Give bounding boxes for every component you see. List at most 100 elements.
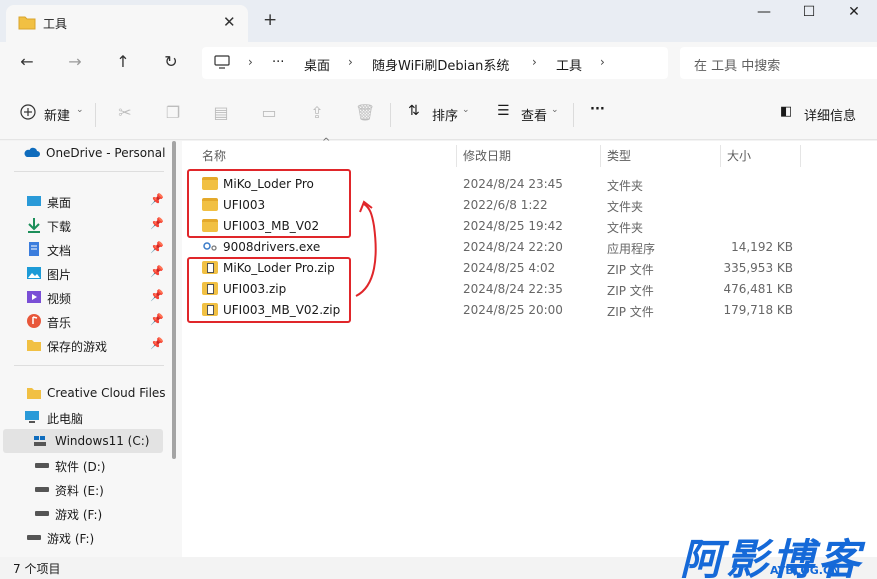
- red-arrow-annotation: [355, 200, 377, 297]
- sidebar-item-saved-games[interactable]: 保存的游戏 📌: [0, 333, 170, 357]
- chevron-right-icon: ›: [600, 55, 605, 69]
- folder-icon: [27, 388, 41, 399]
- highlight-box-folders: [187, 169, 351, 238]
- column-divider[interactable]: [456, 145, 457, 167]
- cut-icon[interactable]: ✂: [115, 103, 135, 123]
- back-button[interactable]: ←: [15, 52, 39, 72]
- delete-icon[interactable]: 🗑: [355, 103, 375, 123]
- file-size: 14,192 KB: [731, 240, 793, 254]
- sidebar-item-label: OneDrive - Personal: [46, 146, 166, 160]
- download-icon: [28, 218, 40, 233]
- file-type: 文件夹: [607, 179, 644, 193]
- column-divider[interactable]: [800, 145, 801, 167]
- computer-icon: [214, 55, 230, 69]
- new-tab-button[interactable]: +: [263, 10, 277, 30]
- column-header-modified[interactable]: 修改日期: [463, 147, 511, 164]
- tab-tools[interactable]: 工具 ✕: [6, 5, 248, 42]
- file-size: 476,481 KB: [723, 282, 793, 296]
- sort-ascending-icon: ^: [322, 137, 331, 148]
- sidebar-item-drive-e[interactable]: 资料 (E:): [0, 477, 170, 501]
- up-button[interactable]: ↑: [111, 52, 135, 72]
- column-header-type[interactable]: 类型: [607, 147, 631, 164]
- sidebar-item-label: 此电脑: [47, 412, 84, 426]
- sidebar-item-label: Windows11 (C:): [55, 434, 150, 448]
- sidebar-item-music[interactable]: 音乐 📌: [0, 309, 170, 333]
- file-type: 文件夹: [607, 221, 644, 235]
- column-divider[interactable]: [720, 145, 721, 167]
- sidebar-item-label: Creative Cloud Files: [47, 386, 166, 400]
- close-tab-button[interactable]: ✕: [223, 13, 236, 31]
- breadcrumb-wifi[interactable]: 随身WiFi刷Debian系统: [372, 55, 509, 74]
- copy-icon[interactable]: ❐: [163, 103, 183, 123]
- details-pane-icon: ◧: [780, 104, 793, 119]
- chevron-right-icon: ›: [532, 55, 537, 69]
- sidebar-item-pictures[interactable]: 图片 📌: [0, 261, 170, 285]
- sidebar-item-downloads[interactable]: 下载 📌: [0, 213, 170, 237]
- cloud-icon: [24, 147, 40, 157]
- computer-icon: [25, 411, 39, 423]
- drive-icon: [35, 487, 49, 492]
- file-modified: 2024/8/24 22:35: [463, 282, 563, 296]
- pin-icon: 📌: [150, 313, 164, 326]
- desktop-icon: [27, 196, 41, 206]
- pin-icon: 📌: [150, 289, 164, 302]
- file-size: 179,718 KB: [723, 303, 793, 317]
- sidebar-item-onedrive[interactable]: OneDrive - Personal: [0, 141, 170, 165]
- breadcrumb-tools[interactable]: 工具: [556, 55, 582, 74]
- sidebar-item-label: 视频: [47, 292, 72, 306]
- column-divider[interactable]: [600, 145, 601, 167]
- breadcrumb-desktop[interactable]: 桌面: [304, 55, 330, 74]
- more-options-button[interactable]: ···: [590, 102, 605, 126]
- minimize-button[interactable]: —: [749, 4, 779, 24]
- sidebar-item-creative-cloud[interactable]: Creative Cloud Files: [0, 381, 170, 405]
- picture-icon: [27, 267, 41, 279]
- video-icon: [27, 291, 41, 303]
- sidebar-item-this-pc[interactable]: 此电脑: [0, 405, 170, 429]
- divider: [14, 365, 164, 366]
- sidebar-item-videos[interactable]: 视频 📌: [0, 285, 170, 309]
- address-bar[interactable]: › ··· 桌面 › 随身WiFi刷Debian系统 › 工具 ›: [202, 47, 668, 79]
- search-input[interactable]: 在 工具 中搜索: [680, 47, 877, 79]
- sidebar-item-drive-f[interactable]: 游戏 (F:): [0, 501, 170, 525]
- sidebar-item-label: 下载: [47, 220, 72, 234]
- drive-icon: [35, 463, 49, 468]
- maximize-button[interactable]: ☐: [794, 4, 824, 24]
- nav-scrollbar[interactable]: [172, 141, 176, 459]
- column-header-name[interactable]: 名称: [202, 147, 226, 164]
- file-type: ZIP 文件: [607, 263, 654, 277]
- paste-icon[interactable]: ▤: [211, 103, 231, 123]
- file-type: ZIP 文件: [607, 284, 654, 298]
- file-modified: 2024/8/25 4:02: [463, 261, 556, 275]
- sidebar-item-network-drive-f[interactable]: 游戏 (F:): [0, 525, 170, 549]
- sidebar-item-label: 图片: [47, 268, 72, 282]
- forward-button[interactable]: →: [63, 52, 87, 72]
- breadcrumb-more[interactable]: ···: [272, 55, 284, 70]
- item-count: 7 个项目: [13, 562, 61, 576]
- title-bar: 工具 ✕ + — ☐ ✕: [0, 0, 877, 42]
- pin-icon: 📌: [150, 337, 164, 350]
- sidebar-item-label: 文档: [47, 244, 72, 258]
- divider: [14, 171, 164, 172]
- sidebar-item-documents[interactable]: 文档 📌: [0, 237, 170, 261]
- close-window-button[interactable]: ✕: [839, 4, 869, 24]
- sidebar-item-label: 软件 (D:): [55, 460, 106, 474]
- sidebar-item-drive-d[interactable]: 软件 (D:): [0, 453, 170, 477]
- sidebar-item-label: 桌面: [47, 196, 72, 210]
- sidebar-item-label: 音乐: [47, 316, 72, 330]
- folder-icon: [27, 340, 41, 351]
- column-header-size[interactable]: 大小: [727, 147, 751, 164]
- search-placeholder: 在 工具 中搜索: [694, 59, 781, 74]
- drive-icon: [35, 511, 49, 516]
- document-icon: [29, 242, 39, 256]
- sidebar-item-label: 保存的游戏: [47, 340, 108, 354]
- share-icon[interactable]: ⇪: [307, 103, 327, 123]
- refresh-button[interactable]: ↻: [159, 52, 183, 72]
- exe-icon: [203, 242, 217, 251]
- sidebar-item-drive-c[interactable]: Windows11 (C:): [3, 429, 163, 453]
- sidebar-item-desktop[interactable]: 桌面 📌: [0, 189, 170, 213]
- view-icon: ☰: [497, 103, 510, 119]
- table-row[interactable]: 9008drivers.exe 2024/8/24 22:20 应用程序 14,…: [182, 237, 877, 258]
- file-modified: 2024/8/25 19:42: [463, 219, 563, 233]
- rename-icon[interactable]: ▭: [259, 103, 279, 123]
- pin-icon: 📌: [150, 193, 164, 206]
